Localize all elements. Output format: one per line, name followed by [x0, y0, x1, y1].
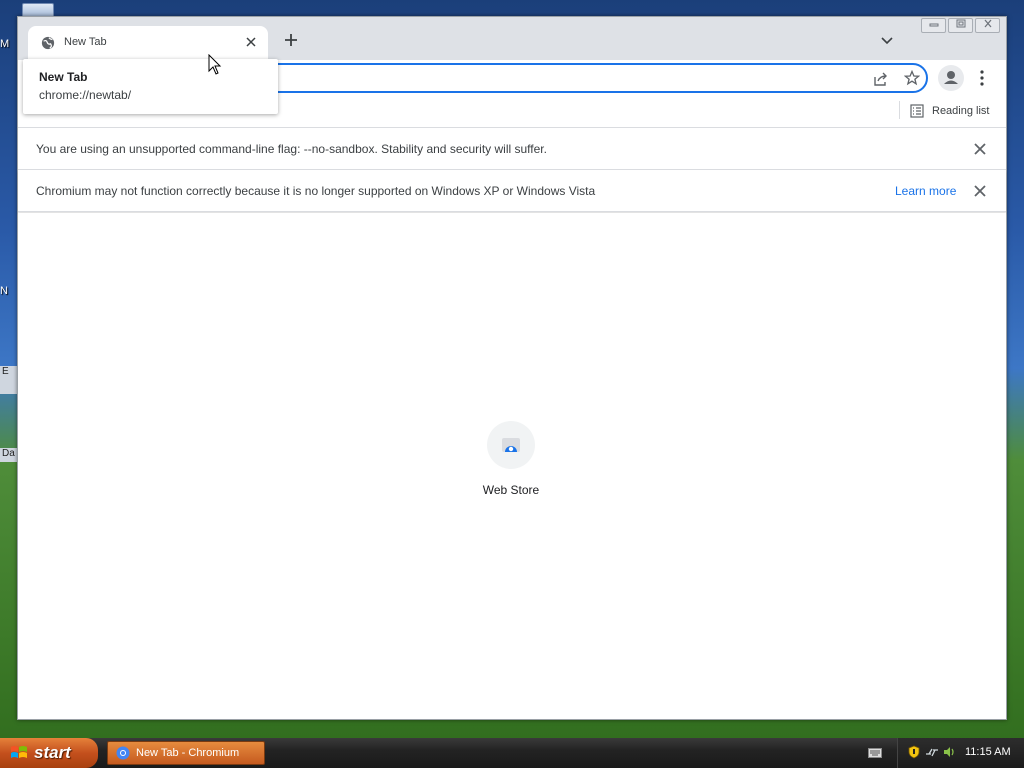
- minimize-icon: [929, 23, 938, 27]
- new-tab-button[interactable]: [281, 30, 301, 50]
- close-icon: [246, 37, 256, 47]
- window-controls: [921, 18, 1000, 33]
- hovercard-url: chrome://newtab/: [39, 88, 132, 102]
- close-icon: [984, 19, 991, 28]
- reading-list-label: Reading list: [932, 105, 990, 117]
- desktop-icon-label: Da: [0, 448, 18, 462]
- speaker-icon[interactable]: [942, 745, 956, 759]
- reading-list-icon: [910, 104, 924, 118]
- close-window-button[interactable]: [975, 18, 1000, 33]
- desktop-icon-label: E: [0, 366, 18, 394]
- taskbar-item-chromium[interactable]: New Tab - Chromium: [107, 741, 265, 765]
- keyboard-icon[interactable]: [868, 748, 882, 758]
- minimize-button[interactable]: [921, 18, 946, 33]
- shortcut-web-store[interactable]: Web Store: [463, 421, 559, 501]
- tab-close-button[interactable]: [242, 33, 260, 51]
- restore-icon: [956, 19, 965, 28]
- hovercard-title: New Tab: [39, 70, 88, 84]
- web-store-icon: [502, 438, 520, 452]
- new-tab-page: Web Store: [18, 213, 1006, 719]
- bookmarks-separator: [899, 101, 900, 119]
- reading-list-button[interactable]: Reading list: [910, 102, 989, 120]
- tab-strip: New Tab: [18, 17, 1006, 60]
- shortcut-label: Web Store: [482, 483, 540, 497]
- chromium-icon: [116, 746, 130, 760]
- close-icon[interactable]: [973, 142, 987, 156]
- windows-logo-icon: [11, 746, 27, 758]
- tab-title: New Tab: [64, 36, 107, 48]
- tab-new-tab[interactable]: New Tab: [28, 26, 268, 60]
- security-shield-icon[interactable]: [907, 745, 921, 759]
- restore-button[interactable]: [948, 18, 973, 33]
- desktop-icon-label: M: [0, 38, 10, 50]
- kebab-menu-icon[interactable]: [976, 69, 988, 87]
- plus-icon: [285, 34, 297, 46]
- learn-more-link[interactable]: Learn more: [895, 184, 956, 198]
- start-label: start: [34, 743, 71, 762]
- taskbar: start New Tab - Chromium 11:15 AM: [0, 738, 1024, 768]
- close-icon[interactable]: [973, 184, 987, 198]
- clock: 11:15 AM: [965, 746, 1011, 758]
- chevron-down-icon[interactable]: [880, 34, 894, 48]
- taskbar-item-label: New Tab - Chromium: [136, 747, 240, 759]
- infobar-message: Chromium may not function correctly beca…: [36, 184, 596, 198]
- share-icon[interactable]: [873, 71, 889, 87]
- mouse-cursor-icon: [208, 54, 222, 75]
- desktop-icon-label: N: [0, 285, 8, 297]
- person-icon: [944, 71, 958, 84]
- globe-icon: [41, 36, 55, 50]
- profile-button[interactable]: [938, 65, 964, 91]
- infobar-unsupported-os: Chromium may not function correctly beca…: [18, 170, 1006, 212]
- browser-window: New Tab Reading list You are using an un…: [17, 16, 1007, 720]
- tab-hovercard: New Tab chrome://newtab/: [23, 59, 278, 114]
- network-icon[interactable]: [925, 745, 939, 759]
- start-button[interactable]: start: [0, 738, 98, 768]
- shortcut-icon-bg: [487, 421, 535, 469]
- star-icon[interactable]: [904, 70, 920, 86]
- infobar-unsupported-flag: You are using an unsupported command-lin…: [18, 128, 1006, 170]
- infobar-message: You are using an unsupported command-lin…: [36, 142, 547, 156]
- system-tray: 11:15 AM: [897, 738, 1024, 768]
